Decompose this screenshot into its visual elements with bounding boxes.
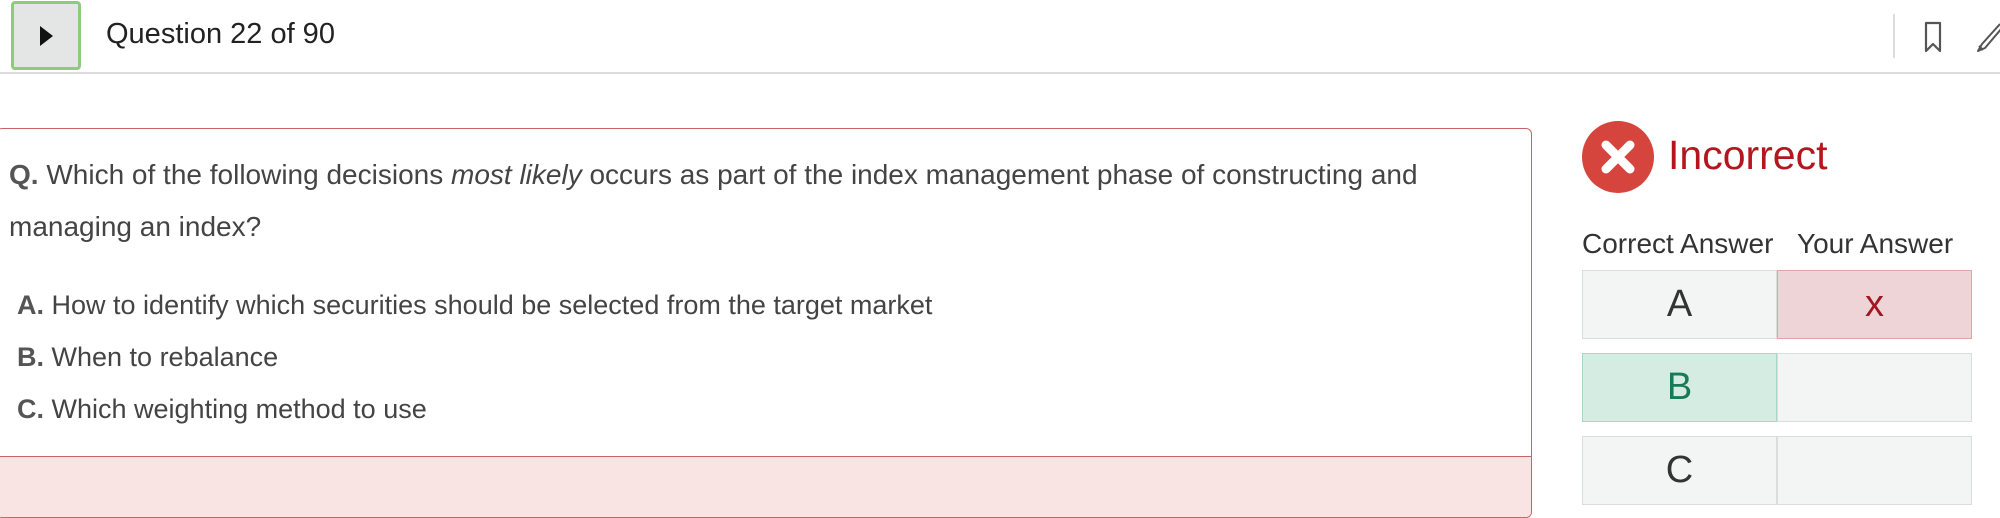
question-text-emphasis: most likely xyxy=(451,159,582,190)
question-text: Q. Which of the following decisions most… xyxy=(9,149,1509,253)
question-card: Q. Which of the following decisions most… xyxy=(0,128,1532,518)
your-answer-cell-a: x xyxy=(1777,270,1972,339)
option-text: Which weighting method to use xyxy=(51,394,427,424)
option-c[interactable]: C. Which weighting method to use xyxy=(17,383,932,435)
option-letter: A. xyxy=(17,290,44,320)
result-status: Incorrect xyxy=(1668,132,1828,178)
question-text-before: Which of the following decisions xyxy=(46,159,444,190)
answer-options: A. How to identify which securities shou… xyxy=(17,279,932,435)
play-button[interactable] xyxy=(11,1,81,70)
question-label: Q. xyxy=(9,159,39,190)
top-toolbar: Question 22 of 90 xyxy=(0,0,2000,74)
x-circle-icon xyxy=(1582,121,1654,193)
option-text: How to identify which securities should … xyxy=(51,290,933,320)
question-counter: Question 22 of 90 xyxy=(106,18,335,50)
correct-answer-header: Correct Answer xyxy=(1582,228,1774,259)
correct-answer-cell-b: B xyxy=(1582,353,1777,422)
your-answer-cell-c xyxy=(1777,436,1972,505)
option-letter: C. xyxy=(17,394,44,424)
pencil-icon[interactable] xyxy=(1976,20,2000,54)
your-answer-cell-b xyxy=(1777,353,1972,422)
your-answer-header: Your Answer xyxy=(1797,228,1954,259)
option-text: When to rebalance xyxy=(51,342,279,372)
play-icon xyxy=(40,25,53,46)
explanation-panel xyxy=(0,456,1531,517)
correct-answer-cell-a: A xyxy=(1582,270,1777,339)
option-b[interactable]: B. When to rebalance xyxy=(17,331,932,383)
option-letter: B. xyxy=(17,342,44,372)
toolbar-divider xyxy=(1893,14,1895,58)
bookmark-icon[interactable] xyxy=(1919,20,1947,54)
option-a[interactable]: A. How to identify which securities shou… xyxy=(17,279,932,331)
correct-answer-cell-c: C xyxy=(1582,436,1777,505)
